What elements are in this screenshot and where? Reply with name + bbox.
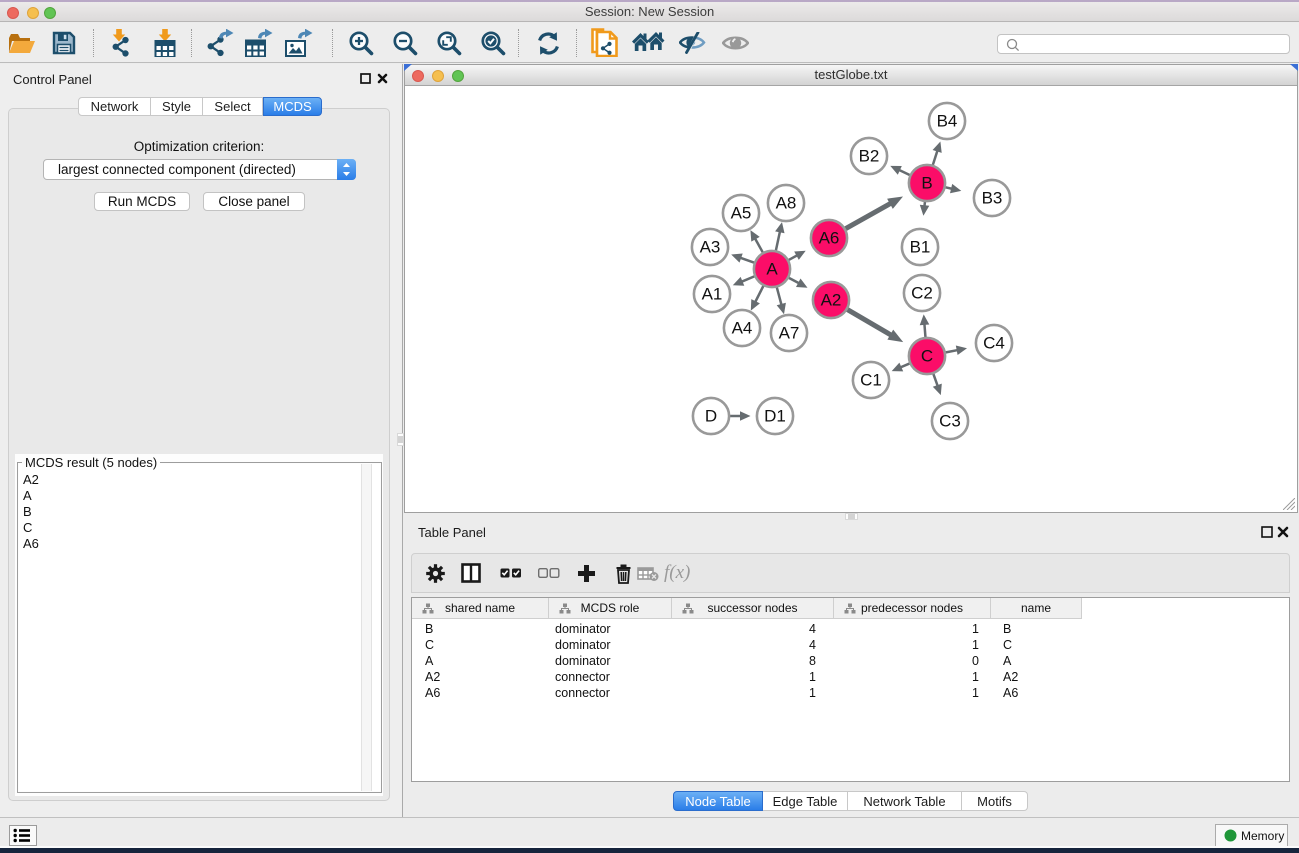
svg-text:A: A [766, 260, 778, 279]
svg-text:C4: C4 [983, 334, 1005, 353]
svg-text:A1: A1 [702, 285, 723, 304]
svg-text:A5: A5 [731, 204, 752, 223]
svg-text:A6: A6 [819, 229, 840, 248]
svg-text:A2: A2 [821, 291, 842, 310]
svg-text:D: D [705, 407, 717, 426]
svg-text:B4: B4 [937, 112, 958, 131]
svg-text:C3: C3 [939, 412, 961, 431]
svg-text:C2: C2 [911, 284, 933, 303]
svg-text:A8: A8 [776, 194, 797, 213]
svg-text:B1: B1 [910, 238, 931, 257]
svg-text:A3: A3 [700, 238, 721, 257]
svg-text:A7: A7 [779, 324, 800, 343]
svg-text:C1: C1 [860, 371, 882, 390]
svg-text:B3: B3 [982, 189, 1003, 208]
svg-text:A4: A4 [732, 319, 753, 338]
svg-text:D1: D1 [764, 407, 786, 426]
svg-text:B2: B2 [859, 147, 880, 166]
svg-text:C: C [921, 347, 933, 366]
svg-text:B: B [921, 174, 932, 193]
